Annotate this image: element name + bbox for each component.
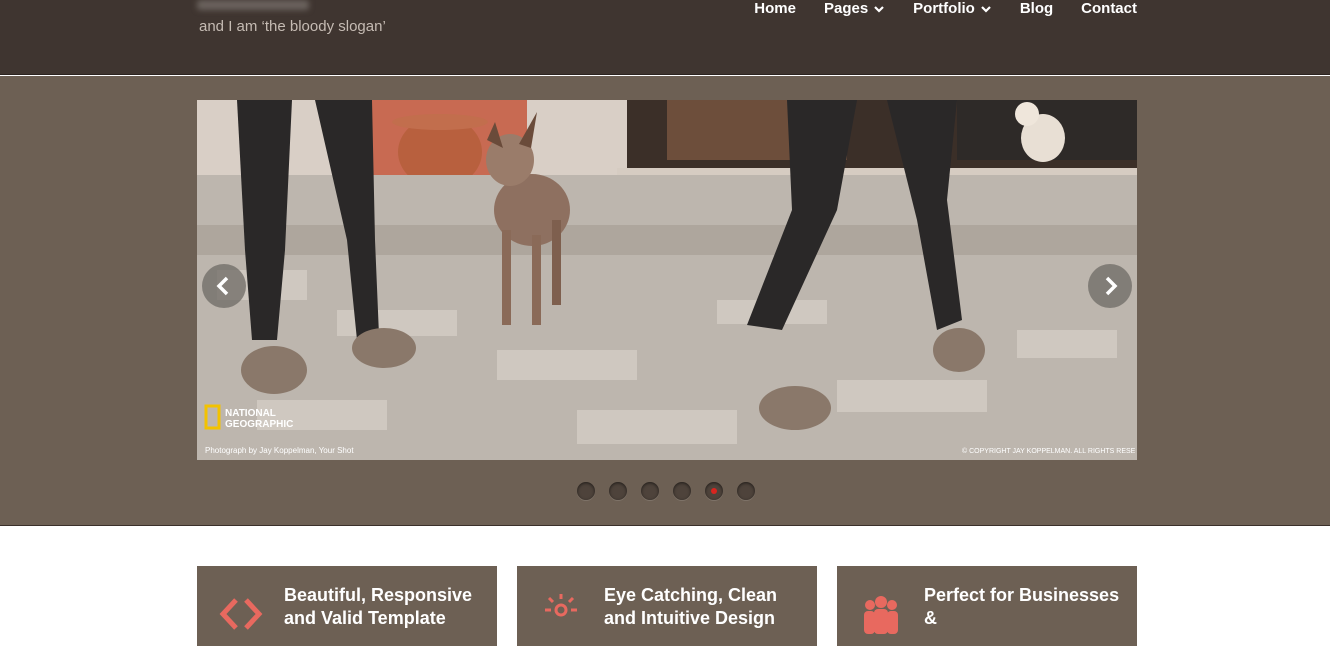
main-nav: Home Pages Portfolio Blog Contact (754, 0, 1137, 17)
slider-dot-4[interactable] (673, 482, 691, 500)
chevron-down-icon (981, 5, 991, 13)
chevron-down-icon (874, 5, 884, 13)
slider-pagination (577, 482, 769, 500)
slider-dot-1[interactable] (577, 482, 595, 500)
nav-item-pages[interactable]: Pages (824, 0, 885, 17)
brand-line1: NATIONAL (225, 408, 276, 419)
code-icon (219, 598, 263, 630)
brand-line2: GEOGRAPHIC (225, 419, 293, 430)
sun-icon (545, 594, 577, 617)
nav-item-blog[interactable]: Blog (1020, 0, 1053, 17)
photo-copyright: © COPYRIGHT JAY KOPPELMAN. ALL RIGHTS RE… (962, 447, 1136, 455)
photo-credit: Photograph by Jay Koppelman, Your Shot (205, 446, 354, 455)
chevron-right-icon (1105, 276, 1118, 296)
nav-label: Contact (1081, 0, 1137, 17)
site-header: and I am ‘the bloody slogan’ Home Pages … (0, 0, 1330, 75)
nav-item-home[interactable]: Home (754, 0, 796, 17)
feature-title: Perfect for Businesses & (924, 585, 1120, 628)
feature-card: Beautiful, Responsive and Valid Template (197, 566, 497, 646)
hero-slider-section: NATIONAL GEOGRAPHIC Photograph by Jay Ko… (0, 76, 1330, 526)
nav-label: Portfolio (913, 0, 975, 17)
feature-title: Beautiful, Responsive and Valid Template (284, 585, 473, 628)
slider-next-button[interactable] (1088, 264, 1132, 308)
site-slogan: and I am ‘the bloody slogan’ (199, 18, 386, 35)
slide-image: NATIONAL GEOGRAPHIC Photograph by Jay Ko… (197, 100, 1137, 460)
slider-dot-6[interactable] (737, 482, 755, 500)
nav-label: Blog (1019, 0, 1054, 17)
feature-title: Eye Catching, Clean and Intuitive Design (604, 585, 778, 628)
nav-label: Home (754, 0, 796, 17)
nav-item-portfolio[interactable]: Portfolio (913, 0, 992, 17)
feature-card: Eye Catching, Clean and Intuitive Design (517, 566, 817, 646)
slider-dot-3[interactable] (641, 482, 659, 500)
logo[interactable] (197, 0, 309, 10)
slide-photo: NATIONAL GEOGRAPHIC Photograph by Jay Ko… (197, 100, 1137, 460)
slider-dot-5[interactable] (705, 482, 723, 500)
slider-dot-2[interactable] (609, 482, 627, 500)
users-icon (864, 596, 898, 634)
chevron-left-icon (216, 276, 229, 296)
slider-prev-button[interactable] (202, 264, 246, 308)
feature-card: Perfect for Businesses & (837, 566, 1137, 646)
features-row: Beautiful, Responsive and Valid Template… (197, 566, 1157, 646)
nav-item-contact[interactable]: Contact (1081, 0, 1137, 17)
nav-label: Pages (823, 0, 869, 17)
